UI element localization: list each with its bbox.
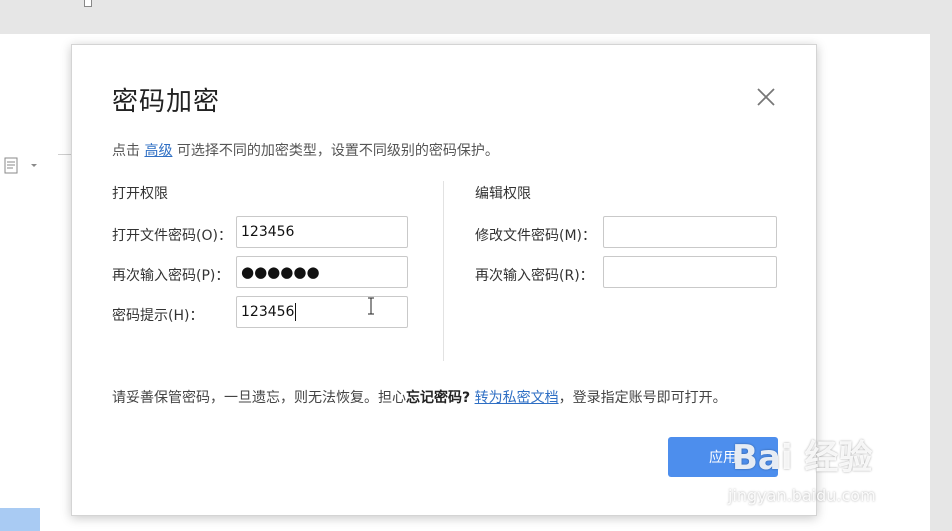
confirm-modify-password-label: 再次输入密码(R)： — [475, 268, 594, 284]
notice-bold: 忘记密码? — [406, 390, 471, 406]
open-password-label: 打开文件密码(O)： — [112, 228, 232, 244]
selected-thumbnail[interactable] — [0, 508, 40, 531]
advanced-link[interactable]: 高级 — [144, 143, 172, 159]
confirm-open-password-label: 再次输入密码(P)： — [112, 268, 230, 284]
confirm-open-password-input[interactable]: ●●●●●● — [236, 256, 408, 288]
open-permission-title: 打开权限 — [112, 186, 168, 202]
document-gutter — [930, 0, 952, 531]
description-suffix: 可选择不同的加密类型，设置不同级别的密码保护。 — [172, 143, 499, 159]
dialog-title: 密码加密 — [112, 87, 221, 117]
document-style-icon[interactable] — [4, 157, 42, 175]
password-hint-input[interactable]: 123456 — [236, 296, 408, 328]
notice-prefix: 请妥善保管密码，一旦遗忘，则无法恢复。担心 — [112, 390, 406, 406]
apply-button[interactable]: 应用 — [668, 437, 778, 477]
section-divider — [443, 181, 444, 361]
confirm-modify-password-input[interactable] — [603, 256, 777, 288]
password-notice: 请妥善保管密码，一旦遗忘，则无法恢复。担心忘记密码? 转为私密文档，登录指定账号… — [112, 387, 727, 407]
modify-password-label: 修改文件密码(M)： — [475, 228, 597, 244]
ibeam-cursor-icon — [368, 297, 374, 315]
notice-suffix: ，登录指定账号即可打开。 — [558, 390, 727, 406]
confirm-open-password-value: ●●●●●● — [241, 263, 320, 281]
convert-private-link[interactable]: 转为私密文档 — [475, 390, 559, 406]
open-password-value: 123456 — [241, 224, 295, 240]
modify-password-input[interactable] — [603, 216, 777, 248]
open-password-input[interactable]: 123456 — [236, 216, 408, 248]
edit-permission-title: 编辑权限 — [475, 186, 531, 202]
description-prefix: 点击 — [112, 143, 145, 159]
document-marker — [84, 0, 92, 7]
dialog-description: 点击 高级 可选择不同的加密类型，设置不同级别的密码保护。 — [112, 140, 499, 160]
password-hint-label: 密码提示(H)： — [112, 308, 204, 324]
text-caret — [295, 303, 297, 321]
password-encryption-dialog: 密码加密 点击 高级 可选择不同的加密类型，设置不同级别的密码保护。 打开权限 … — [71, 44, 817, 516]
password-hint-value: 123456 — [241, 304, 295, 320]
close-icon[interactable] — [754, 85, 778, 109]
